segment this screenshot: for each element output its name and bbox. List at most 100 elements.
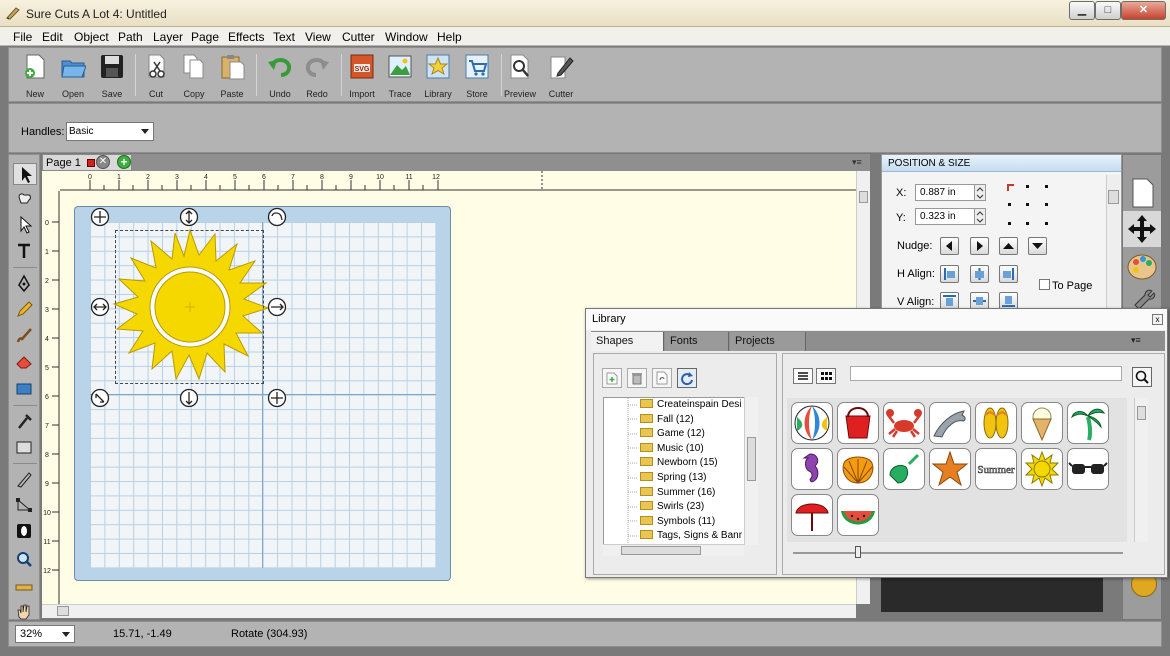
size-slider-track[interactable] (793, 552, 1123, 554)
add-page-icon[interactable]: + (117, 155, 131, 169)
measure-tool[interactable] (13, 577, 37, 599)
shape-tile-crab[interactable] (883, 402, 925, 444)
tree-scroll-thumb[interactable] (747, 437, 756, 481)
tree-horizontal-scrollbar[interactable] (603, 544, 744, 556)
handle-scale-left[interactable] (90, 297, 110, 317)
x-position-field[interactable]: 0.887 in (915, 184, 975, 201)
cutter-button[interactable]: Cutter (541, 50, 581, 100)
text-tool[interactable] (13, 241, 37, 263)
zoom-dropdown[interactable]: 32% (15, 625, 75, 643)
node-edit-tool[interactable] (13, 214, 37, 236)
shape-tile-sunglasses[interactable] (1067, 448, 1109, 490)
path-tool[interactable] (13, 495, 37, 517)
handle-scale-top[interactable] (179, 207, 199, 227)
tree-vertical-scrollbar[interactable] (744, 397, 758, 545)
shape-tile-shell[interactable] (837, 448, 879, 490)
import-button[interactable]: SVG Import (342, 50, 382, 100)
handle-scale-right[interactable] (267, 297, 287, 317)
preview-button[interactable]: Preview (500, 50, 540, 100)
x-spinner[interactable] (974, 184, 986, 201)
handle-move-bottom-right[interactable] (267, 388, 287, 408)
cut-button[interactable]: Cut (136, 50, 176, 100)
menu-file[interactable]: File (13, 30, 32, 44)
shape-tile-beach-ball[interactable] (791, 402, 833, 444)
library-search-button[interactable] (1132, 367, 1152, 387)
eraser-tool[interactable] (13, 351, 37, 373)
shape-tile-dolphin[interactable] (929, 402, 971, 444)
position-panel-button[interactable] (1123, 211, 1161, 247)
tree-item[interactable]: Swirls (23) (640, 501, 704, 515)
undo-button[interactable]: Undo (260, 50, 300, 100)
shapes-vertical-scrollbar[interactable] (1134, 398, 1148, 542)
library-close-icon[interactable]: x (1152, 314, 1163, 325)
handle-scale-bottom[interactable] (179, 388, 199, 408)
pen-tool[interactable] (13, 273, 37, 295)
handles-dropdown[interactable]: Basic (66, 122, 154, 141)
tree-hscroll-thumb[interactable] (621, 546, 701, 555)
library-button[interactable]: Library (418, 50, 458, 100)
tree-item[interactable]: Spring (13) (640, 472, 706, 486)
maximize-button[interactable]: □ (1095, 1, 1121, 20)
tab-projects[interactable]: Projects (730, 332, 806, 351)
paste-button[interactable]: Paste (212, 50, 252, 100)
tree-item[interactable]: Summer (16) (640, 487, 715, 501)
shape-tile-seahorse[interactable] (791, 448, 833, 490)
tab-shapes[interactable]: Shapes (591, 332, 664, 351)
select-tool[interactable] (13, 163, 37, 185)
add-category-button[interactable] (602, 368, 622, 388)
brush-tool[interactable] (13, 325, 37, 347)
save-button[interactable]: Save (92, 50, 132, 100)
shape-tile-bucket[interactable] (837, 402, 879, 444)
shapes-scroll-thumb[interactable] (1137, 406, 1146, 420)
menu-object[interactable]: Object (74, 30, 109, 44)
shape-tile-umbrella[interactable] (791, 494, 833, 536)
nudge-up-button[interactable] (999, 237, 1018, 255)
settings-panel-button[interactable] (1123, 287, 1161, 310)
redo-button[interactable]: Redo (297, 50, 337, 100)
tree-item[interactable]: Symbols (11) (640, 516, 715, 530)
close-button[interactable]: ✕ (1121, 1, 1166, 20)
horizontal-scroll-thumb[interactable] (57, 606, 69, 616)
shape-tile-watermelon[interactable] (837, 494, 879, 536)
menu-page[interactable]: Page (191, 30, 219, 44)
tab-menu-icon[interactable]: ▾≡ (852, 157, 862, 168)
pan-tool[interactable] (13, 601, 37, 623)
tree-item[interactable]: Music (10) (640, 443, 704, 457)
pencil-tool[interactable] (13, 299, 37, 321)
shape-tool[interactable] (13, 379, 37, 401)
tree-item[interactable]: Game (12) (640, 428, 705, 442)
menu-layer[interactable]: Layer (153, 30, 183, 44)
shape-tile-shovel[interactable] (883, 448, 925, 490)
align-left-button[interactable] (940, 265, 959, 283)
menu-effects[interactable]: Effects (228, 30, 264, 44)
tree-item[interactable]: Newborn (15) (640, 457, 718, 471)
delete-category-button[interactable] (627, 368, 647, 388)
knife-tool[interactable] (13, 469, 37, 491)
to-page-checkbox[interactable] (1039, 279, 1050, 290)
handle-rotate-top-right[interactable] (267, 207, 287, 227)
shape-tile-sun[interactable] (1021, 448, 1063, 490)
menu-path[interactable]: Path (118, 30, 143, 44)
align-right-button[interactable] (999, 265, 1018, 283)
rename-category-button[interactable] (652, 368, 672, 388)
size-slider-thumb[interactable] (855, 546, 861, 558)
fill-tool[interactable] (13, 437, 37, 459)
nudge-right-button[interactable] (970, 237, 989, 255)
eyedropper-tool[interactable] (13, 411, 37, 433)
nudge-down-button[interactable] (1028, 237, 1047, 255)
page-panel-button[interactable] (1123, 175, 1161, 211)
nudge-left-button[interactable] (940, 237, 959, 255)
library-tab-menu-icon[interactable]: ▾≡ (1131, 335, 1141, 346)
store-button[interactable]: Store (457, 50, 497, 100)
menu-cutter[interactable]: Cutter (342, 30, 375, 44)
panel-scrollbar[interactable] (1106, 175, 1120, 313)
color-panel-button[interactable] (1123, 249, 1161, 285)
shape-tile-flip-flops[interactable] (975, 402, 1017, 444)
open-button[interactable]: Open (53, 50, 93, 100)
contour-tool[interactable] (13, 521, 37, 543)
zoom-tool[interactable] (13, 549, 37, 571)
menu-text[interactable]: Text (273, 30, 295, 44)
canvas-horizontal-scrollbar[interactable] (42, 604, 856, 618)
new-button[interactable]: New (15, 50, 55, 100)
panel-scroll-thumb[interactable] (1108, 190, 1119, 204)
